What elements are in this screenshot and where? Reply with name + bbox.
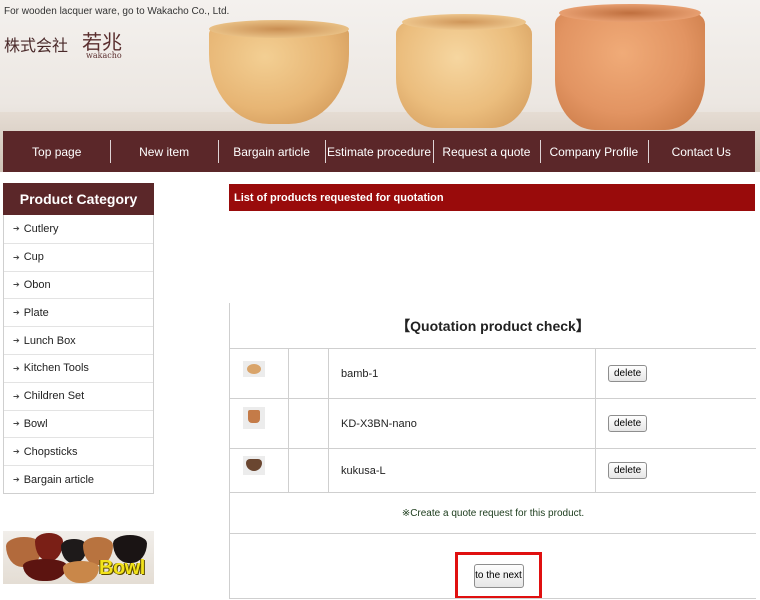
- quotation-check-title: 【Quotation product check】: [230, 303, 756, 349]
- panel-bottom-divider: [230, 598, 756, 599]
- nav-company-profile[interactable]: Company Profile: [540, 131, 647, 172]
- category-list: ➔ Cutlery ➔ Cup ➔ Obon ➔ Plate ➔ Lunch Box ➔ K…: [3, 215, 154, 494]
- bowl-image: [35, 533, 63, 561]
- product-thumbnail: [243, 407, 265, 429]
- product-thumb-cell: [230, 399, 288, 448]
- arrow-right-icon: ➔: [13, 252, 20, 262]
- product-delete-cell: delete: [595, 449, 756, 492]
- nav-top-page[interactable]: Top page: [3, 131, 110, 172]
- arrow-right-icon: ➔: [13, 224, 20, 234]
- category-label: Chopsticks: [23, 445, 78, 458]
- hero-cup-image: [396, 14, 532, 128]
- arrow-right-icon: ➔: [13, 280, 20, 290]
- product-empty-cell: [288, 349, 328, 398]
- product-thumb-cell: [230, 449, 288, 492]
- category-item-chopsticks[interactable]: ➔ Chopsticks: [4, 437, 153, 465]
- product-row: kukusa-L delete: [230, 449, 756, 493]
- product-thumbnail: [243, 456, 265, 475]
- quotation-check-panel: 【Quotation product check】 bamb-1 delete …: [229, 303, 756, 599]
- category-label: Cutlery: [23, 222, 59, 235]
- delete-button[interactable]: delete: [608, 462, 648, 479]
- banner-label: Bowl: [99, 557, 145, 579]
- arrow-right-icon: ➔: [13, 391, 20, 401]
- arrow-right-icon: ➔: [13, 308, 20, 318]
- arrow-right-icon: ➔: [13, 475, 20, 485]
- nav-new-item[interactable]: New item: [110, 131, 217, 172]
- arrow-right-icon: ➔: [13, 363, 20, 373]
- nav-contact-us[interactable]: Contact Us: [647, 131, 755, 172]
- header-tagline: For wooden lacquer ware, go to Wakacho C…: [4, 6, 230, 17]
- main-nav: Top page New item Bargain article Estima…: [3, 131, 755, 172]
- arrow-right-icon: ➔: [13, 447, 20, 457]
- product-empty-cell: [288, 449, 328, 492]
- product-empty-cell: [288, 399, 328, 448]
- category-label: Bowl: [23, 417, 48, 430]
- category-label: Children Set: [23, 390, 85, 403]
- next-button-highlight: to the next: [455, 552, 542, 599]
- category-label: Lunch Box: [23, 334, 76, 347]
- category-item-bowl[interactable]: ➔ Bowl: [4, 409, 153, 438]
- product-delete-cell: delete: [595, 349, 756, 398]
- category-label: Obon: [23, 278, 51, 291]
- logo-company-text: 株式会社: [4, 36, 69, 55]
- hero-bowl-image: [209, 20, 349, 124]
- category-label: Cup: [23, 251, 44, 264]
- category-item-obon[interactable]: ➔ Obon: [4, 270, 153, 299]
- delete-button[interactable]: delete: [608, 415, 648, 432]
- product-delete-cell: delete: [595, 399, 756, 448]
- company-logo[interactable]: 株式会社 若兆 wakacho: [4, 26, 134, 62]
- product-thumb-cell: [230, 349, 288, 398]
- category-item-kitchen-tools[interactable]: ➔ Kitchen Tools: [4, 353, 153, 382]
- arrow-right-icon: ➔: [13, 336, 20, 346]
- hero-cup-image-2: [555, 4, 705, 130]
- category-item-lunch-box[interactable]: ➔ Lunch Box: [4, 326, 153, 354]
- nav-bargain-article[interactable]: Bargain article: [217, 131, 325, 172]
- category-label: Plate: [23, 306, 49, 319]
- to-the-next-button[interactable]: to the next: [473, 563, 524, 588]
- product-name: KD-X3BN-nano: [328, 399, 595, 448]
- arrow-right-icon: ➔: [13, 419, 20, 429]
- nav-estimate-procedure[interactable]: Estimate procedure: [325, 131, 432, 172]
- category-item-children-set[interactable]: ➔ Children Set: [4, 381, 153, 410]
- product-name: bamb-1: [328, 349, 595, 398]
- bowl-image: [63, 561, 99, 583]
- product-row: bamb-1 delete: [230, 349, 756, 399]
- quote-note: ※Create a quote request for this product…: [230, 493, 756, 534]
- bowl-banner[interactable]: Bowl: [3, 531, 154, 584]
- category-item-cup[interactable]: ➔ Cup: [4, 242, 153, 271]
- sidebar: Product Category ➔ Cutlery ➔ Cup ➔ Obon ➔ Pl…: [3, 183, 154, 494]
- category-item-bargain-article[interactable]: ➔ Bargain article: [4, 465, 153, 493]
- category-item-cutlery[interactable]: ➔ Cutlery: [4, 215, 153, 243]
- nav-request-quote[interactable]: Request a quote: [432, 131, 540, 172]
- logo-roman-text: wakacho: [86, 51, 122, 60]
- product-row: KD-X3BN-nano delete: [230, 399, 756, 449]
- category-label: Bargain article: [23, 473, 95, 486]
- delete-button[interactable]: delete: [608, 365, 648, 382]
- category-label: Kitchen Tools: [23, 362, 89, 375]
- category-item-plate[interactable]: ➔ Plate: [4, 298, 153, 326]
- bowl-image: [23, 559, 67, 581]
- product-name: kukusa-L: [328, 449, 595, 492]
- page-title: List of products requested for quotation: [229, 184, 755, 211]
- sidebar-title: Product Category: [3, 183, 154, 215]
- product-thumbnail: [243, 361, 265, 377]
